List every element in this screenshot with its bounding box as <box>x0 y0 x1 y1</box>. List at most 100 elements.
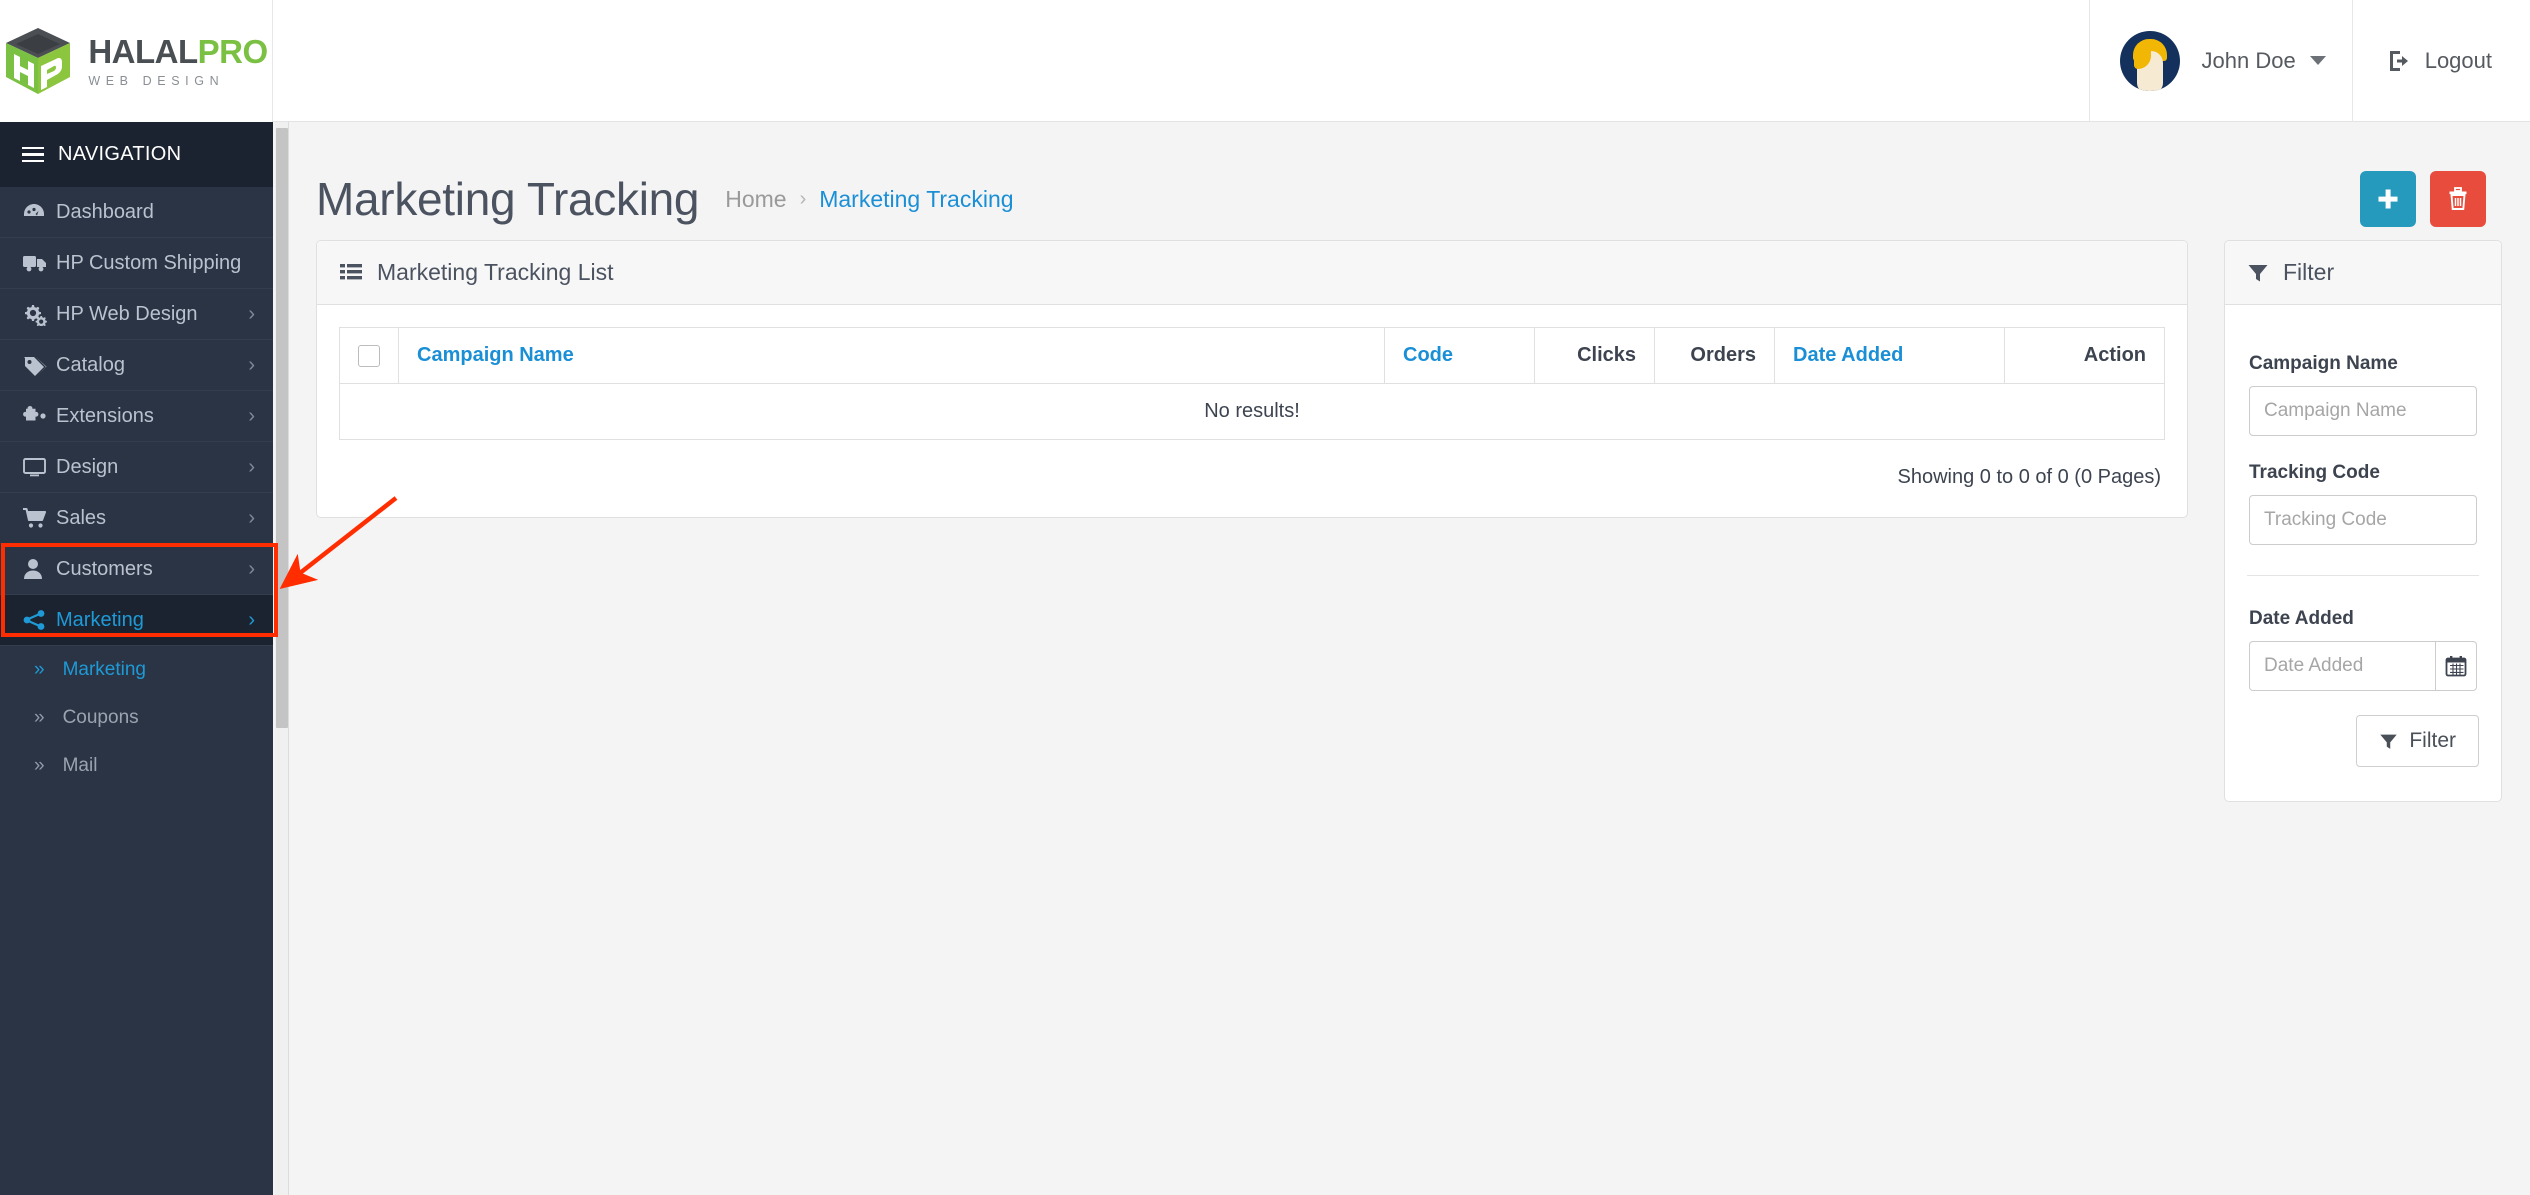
table-body: No results! <box>339 383 2165 440</box>
top-bar: HALALPRO WEB DESIGN John Doe Logout <box>0 0 2530 122</box>
marketing-tracking-table: Campaign Name Code Clicks Orders Date Ad… <box>339 327 2165 440</box>
table-header-row: Campaign Name Code Clicks Orders Date Ad… <box>339 327 2165 384</box>
breadcrumb-home[interactable]: Home <box>725 186 786 213</box>
filter-label-campaign-name: Campaign Name <box>2249 353 2398 374</box>
sidebar-header-label: NAVIGATION <box>58 143 182 165</box>
filter-label-tracking-code: Tracking Code <box>2249 462 2380 483</box>
list-icon <box>340 263 362 279</box>
column-orders: Orders <box>1654 327 1775 384</box>
list-panel-title: Marketing Tracking List <box>377 259 614 285</box>
sidebar-item-catalog[interactable]: Catalog › <box>0 340 273 391</box>
chevron-right-icon: › <box>248 405 255 427</box>
hamburger-icon[interactable] <box>22 146 44 163</box>
campaign-name-input[interactable] <box>2249 386 2477 436</box>
date-picker-button[interactable] <box>2435 641 2477 691</box>
sidebar-subitem-coupons[interactable]: » Coupons <box>0 694 273 742</box>
filter-label-date-added: Date Added <box>2249 608 2354 629</box>
funnel-icon <box>2248 264 2268 281</box>
table-empty-row: No results! <box>339 383 2165 440</box>
sidebar-item-marketing[interactable]: Marketing › <box>0 595 273 646</box>
select-all-checkbox[interactable] <box>358 344 380 367</box>
no-results-message: No results! <box>339 383 2165 440</box>
sidebar-item-label: Sales <box>56 506 107 529</box>
sort-code-link[interactable]: Code <box>1403 344 1453 366</box>
calendar-icon <box>2445 656 2467 677</box>
sidebar-subitem-mail[interactable]: » Mail <box>0 742 273 790</box>
breadcrumb-separator-icon: › <box>799 187 807 210</box>
content-area: Marketing Tracking List Campaign Name Co… <box>290 240 2530 802</box>
filter-button-label: Filter <box>2409 729 2456 752</box>
brand-logo[interactable]: HALALPRO WEB DESIGN <box>0 0 273 122</box>
column-clicks: Clicks <box>1534 327 1655 384</box>
trash-icon <box>2449 187 2467 210</box>
brand-name-primary: HALAL <box>88 32 198 70</box>
main-content: Marketing Tracking Home › Marketing Trac… <box>290 122 2530 1195</box>
chevron-right-icon: › <box>248 609 255 631</box>
filter-column: Filter Campaign Name Tracking Code <box>2224 240 2502 802</box>
sidebar-item-label: HP Custom Shipping <box>56 251 242 274</box>
cart-icon <box>22 506 56 530</box>
filter-field-tracking-code: Tracking Code <box>2247 436 2479 545</box>
list-panel-header: Marketing Tracking List <box>317 241 2187 305</box>
sidebar-item-dashboard[interactable]: Dashboard <box>0 187 273 238</box>
breadcrumb: Home › Marketing Tracking <box>725 186 1013 213</box>
filter-panel-header: Filter <box>2225 241 2501 305</box>
chevron-right-icon: › <box>248 354 255 376</box>
list-panel-body: Campaign Name Code Clicks Orders Date Ad… <box>317 305 2187 517</box>
filter-field-date-added: Date Added <box>2247 582 2479 691</box>
sidebar-item-extensions[interactable]: Extensions › <box>0 391 273 442</box>
filter-field-campaign-name: Campaign Name <box>2247 327 2479 436</box>
logout-button[interactable]: Logout <box>2351 0 2530 122</box>
sidebar-subitem-label: Coupons <box>62 707 139 728</box>
delete-button[interactable] <box>2430 171 2486 227</box>
sidebar-item-sales[interactable]: Sales › <box>0 493 273 544</box>
tag-icon <box>22 353 56 377</box>
page-header: Marketing Tracking Home › Marketing Trac… <box>290 122 2530 240</box>
sidebar-item-design[interactable]: Design › <box>0 442 273 493</box>
sidebar-item-label: Customers <box>56 557 153 580</box>
date-added-input[interactable] <box>2249 641 2436 691</box>
user-menu[interactable]: John Doe <box>2088 0 2352 121</box>
sidebar-item-hp-custom-shipping[interactable]: HP Custom Shipping <box>0 238 273 289</box>
sidebar-item-customers[interactable]: Customers › <box>0 544 273 595</box>
page-title: Marketing Tracking <box>316 173 700 225</box>
top-bar-spacer <box>273 0 2089 121</box>
sidebar-header: NAVIGATION <box>0 122 273 187</box>
truck-icon <box>22 252 56 274</box>
sidebar-item-hp-web-design[interactable]: HP Web Design › <box>0 289 273 340</box>
chevron-right-icon: › <box>248 507 255 529</box>
add-button[interactable] <box>2360 171 2416 227</box>
sidebar-subitem-label: Marketing <box>62 659 146 680</box>
filter-actions: Filter <box>2247 691 2479 779</box>
sidebar-subitem-marketing[interactable]: » Marketing <box>0 646 273 694</box>
double-chevron-right-icon: » <box>34 755 45 776</box>
monitor-icon <box>22 455 56 479</box>
sidebar-scrollbar-thumb[interactable] <box>276 128 288 728</box>
funnel-icon <box>2380 734 2398 749</box>
column-campaign-name: Campaign Name <box>398 327 1385 384</box>
pagination-summary: Showing 0 to 0 of 0 (0 Pages) <box>1897 466 2162 488</box>
filter-panel-body: Campaign Name Tracking Code Date Added <box>2225 305 2501 801</box>
brand-wordmark: HALALPRO <box>88 32 269 70</box>
chevron-right-icon: › <box>248 303 255 325</box>
puzzle-icon <box>22 404 56 428</box>
brand-tagline: WEB DESIGN <box>88 73 225 88</box>
brand-name-secondary: PRO <box>197 32 269 70</box>
tracking-code-input[interactable] <box>2249 495 2477 545</box>
sort-campaign-name-link[interactable]: Campaign Name <box>417 344 574 366</box>
sidebar-item-label: HP Web Design <box>56 302 198 325</box>
filter-button[interactable]: Filter <box>2356 715 2479 767</box>
sort-date-added-link[interactable]: Date Added <box>1793 344 1903 366</box>
list-column: Marketing Tracking List Campaign Name Co… <box>316 240 2188 802</box>
table-head: Campaign Name Code Clicks Orders Date Ad… <box>339 327 2165 384</box>
sidebar-item-label: Catalog <box>56 353 125 376</box>
sidebar-item-label: Extensions <box>56 404 154 427</box>
filter-divider <box>2247 575 2479 576</box>
column-select <box>339 327 399 384</box>
hp-cube-logo-icon <box>4 26 72 96</box>
chevron-down-icon <box>2309 56 2326 65</box>
chevron-right-icon: › <box>248 558 255 580</box>
sidebar: NAVIGATION Dashboard HP Custom Shipping <box>0 122 273 1195</box>
sidebar-item-label: Marketing <box>56 608 144 631</box>
breadcrumb-current[interactable]: Marketing Tracking <box>819 186 1013 213</box>
